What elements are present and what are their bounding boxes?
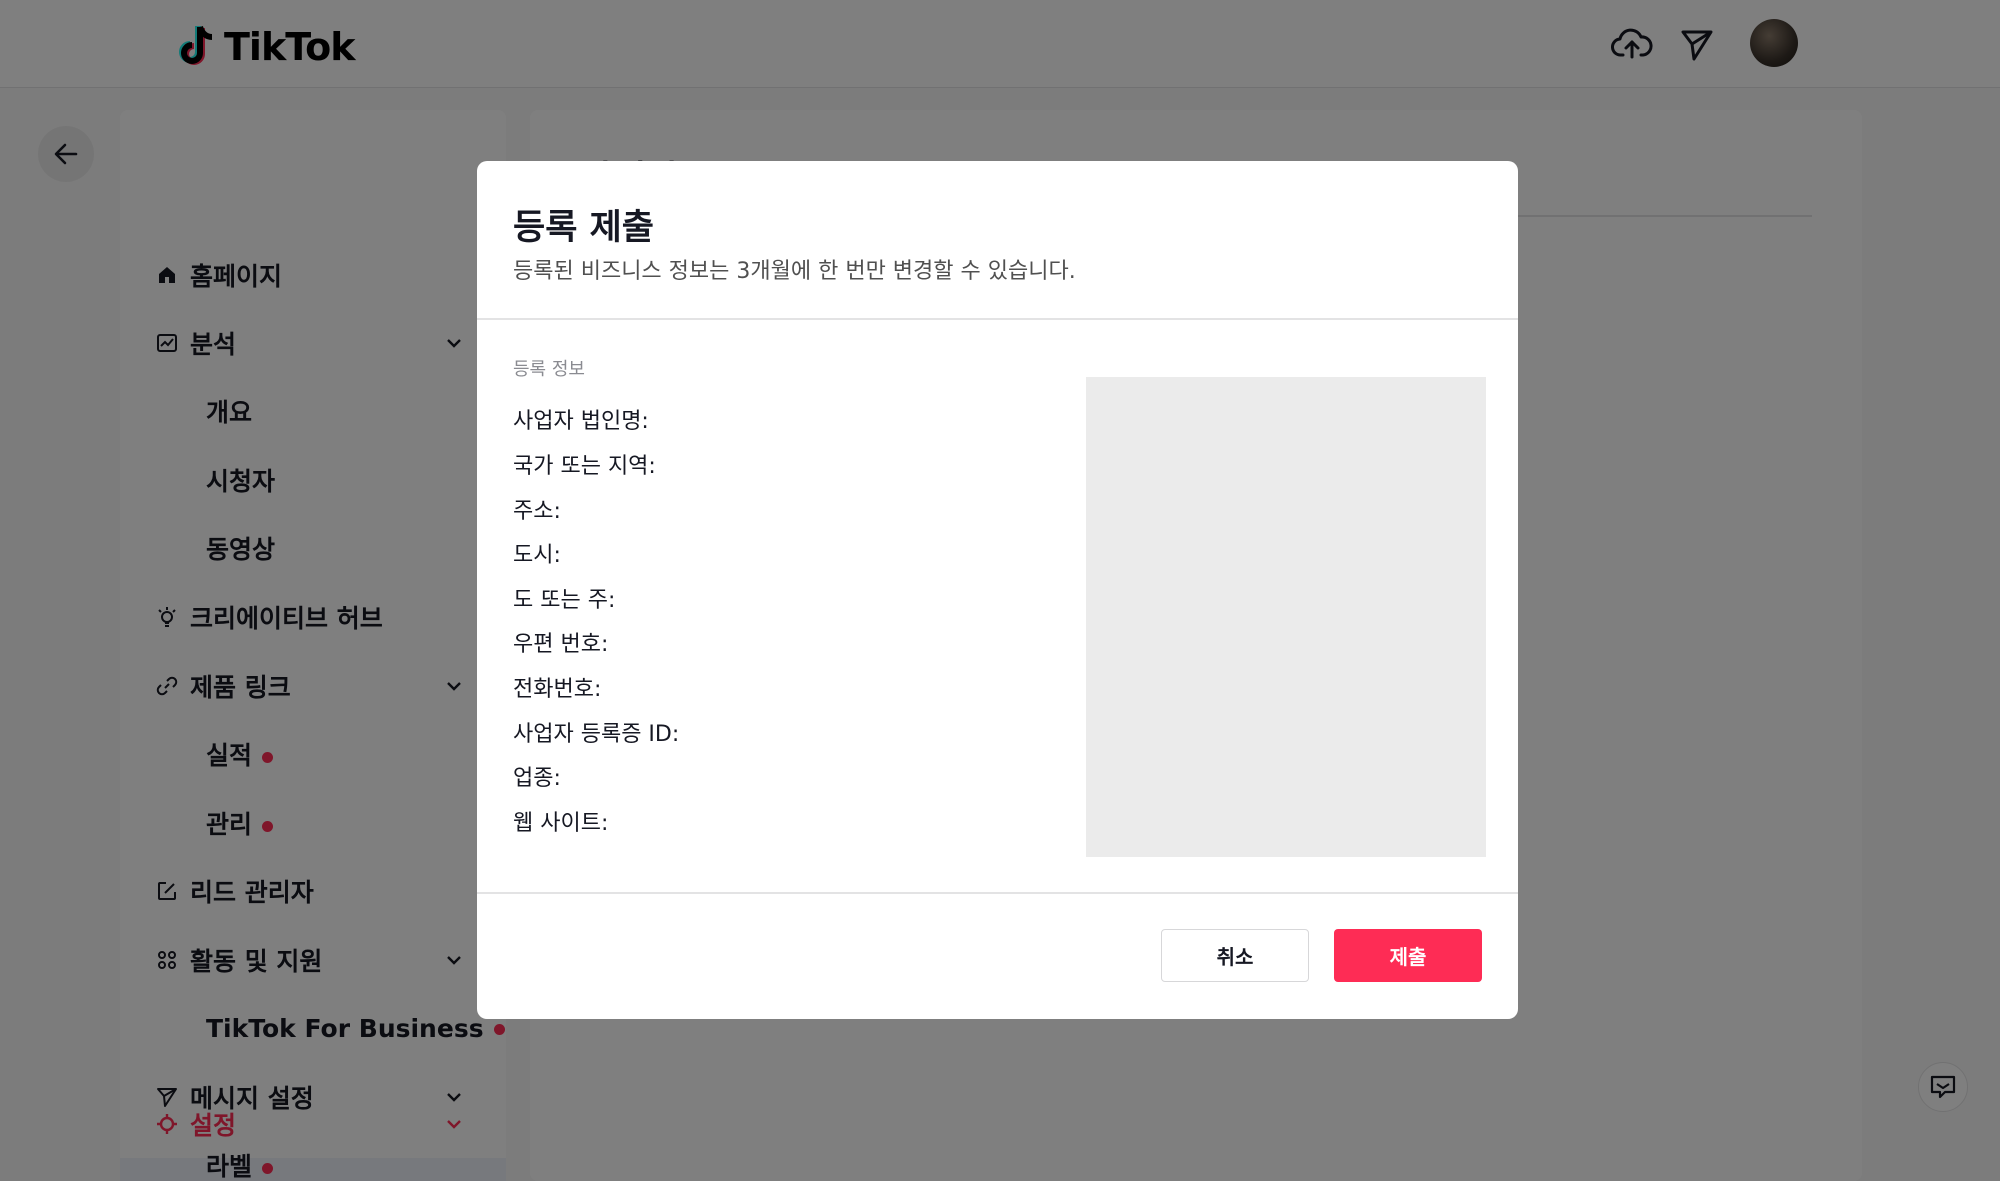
cancel-button[interactable]: 취소: [1161, 929, 1309, 982]
field-city: 도시:: [513, 543, 561, 568]
field-website: 웹 사이트:: [513, 811, 609, 836]
dialog-description: 등록된 비즈니스 정보는 3개월에 한 번만 변경할 수 있습니다.: [513, 259, 1076, 284]
document-preview: [1086, 377, 1486, 857]
section-label: 등록 정보: [513, 359, 585, 380]
dialog-divider: [477, 318, 1518, 320]
field-country-region: 국가 또는 지역:: [513, 454, 656, 479]
field-postal-code: 우편 번호:: [513, 632, 609, 657]
dialog-title: 등록 제출: [513, 208, 654, 248]
field-phone: 전화번호:: [513, 677, 602, 702]
field-business-name: 사업자 법인명:: [513, 409, 649, 434]
field-province-state: 도 또는 주:: [513, 588, 616, 613]
submit-button[interactable]: 제출: [1334, 929, 1482, 982]
field-industry: 업종:: [513, 766, 561, 791]
dialog-footer-divider: [477, 892, 1518, 894]
submit-registration-dialog: 등록 제출 등록된 비즈니스 정보는 3개월에 한 번만 변경할 수 있습니다.…: [477, 161, 1518, 1019]
field-address: 주소:: [513, 499, 561, 524]
field-business-registration-id: 사업자 등록증 ID:: [513, 722, 680, 747]
